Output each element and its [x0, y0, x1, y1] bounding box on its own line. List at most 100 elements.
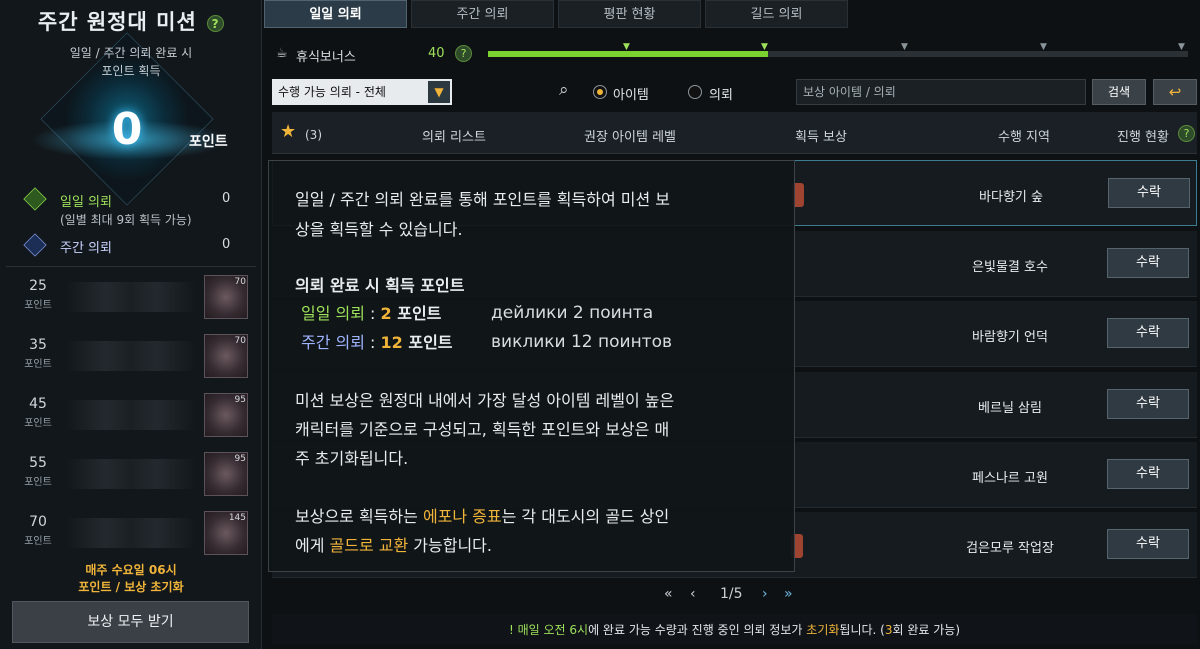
- accept-button[interactable]: 수락: [1107, 529, 1189, 559]
- tier-ornament: [66, 518, 196, 548]
- tier-unit: 포인트: [24, 359, 52, 370]
- reward-tier[interactable]: 45 포인트 95: [6, 390, 256, 442]
- rest-bonus-bar: ▼ ▼ ▼ ▼ ▼: [488, 42, 1188, 57]
- row-region: 베르닐 삼림: [978, 401, 1042, 416]
- accept-button[interactable]: 수락: [1107, 389, 1189, 419]
- tooltip-daily-label: 일일 의뢰: [301, 304, 365, 323]
- help-icon[interactable]: ?: [1178, 125, 1195, 142]
- tooltip-weekly-sep: :: [364, 333, 381, 352]
- reset-line1: 매주 수요일 06시: [85, 563, 177, 577]
- radio-item-label: 아이템: [613, 88, 649, 103]
- table-header: [272, 112, 1197, 154]
- divider: [6, 266, 256, 267]
- reward-tier[interactable]: 25 포인트 70: [6, 272, 256, 324]
- prev-page-icon[interactable]: ‹: [690, 586, 696, 602]
- tooltip-para1-line2: 상을 획득할 수 있습니다.: [295, 220, 463, 239]
- help-icon[interactable]: ?: [455, 45, 472, 62]
- footer-p4: 됩니다. (: [839, 623, 885, 637]
- panel-subtitle: 일일 / 주간 의뢰 완료 시 포인트 획득: [0, 44, 262, 80]
- tab-guild[interactable]: 길드 의뢰: [705, 0, 848, 28]
- row-region: 페스나르 고원: [972, 471, 1048, 486]
- tooltip-para3-b: 에포나 증표: [422, 507, 502, 526]
- col-item-level[interactable]: 권장 아이템 레벨: [584, 126, 676, 145]
- footer-p2: 에 완료 가능 수량과 진행 중인 의뢰 정보가: [588, 623, 807, 637]
- tab-weekly[interactable]: 주간 의뢰: [411, 0, 554, 28]
- col-reward: 획득 보상: [795, 130, 847, 145]
- tier-points: 55: [29, 455, 47, 471]
- tab-reputation[interactable]: 평판 현황: [558, 0, 701, 28]
- weekly-mission-panel: 주간 원정대 미션 ? 일일 / 주간 의뢰 완료 시 포인트 획득 0 포인트…: [0, 0, 262, 649]
- search-input[interactable]: 보상 아이템 / 의뢰: [796, 79, 1086, 105]
- daily-quest-icon: [23, 187, 47, 211]
- tier-unit: 포인트: [24, 418, 52, 429]
- radio-quest-label: 의뢰: [709, 88, 733, 103]
- help-icon[interactable]: ?: [207, 14, 225, 32]
- claim-all-button[interactable]: 보상 모두 받기: [12, 601, 249, 643]
- search-button[interactable]: 검색: [1092, 79, 1146, 105]
- tooltip-daily-unit: 포인트: [391, 304, 442, 323]
- reward-level: 70: [234, 277, 246, 287]
- tier-ornament: [66, 341, 196, 371]
- panel-title: 주간 원정대 미션 ?: [0, 6, 262, 36]
- quest-filter-select[interactable]: 수행 가능 의뢰 - 전체 ▼: [272, 79, 452, 105]
- rest-bonus-label: 휴식보너스: [296, 50, 356, 65]
- reward-tier[interactable]: 35 포인트 70: [6, 331, 256, 383]
- daily-value: 0: [222, 191, 231, 206]
- accept-button[interactable]: 수락: [1108, 178, 1190, 208]
- footer-p1: 매일 오전 6시: [517, 623, 589, 637]
- tooltip-weekly-unit: 포인트: [402, 333, 453, 352]
- radio-quest[interactable]: [688, 85, 702, 99]
- tooltip-heading: 의뢰 완료 시 획득 포인트: [295, 276, 465, 295]
- tooltip-para2-line2: 캐릭터를 기준으로 구성되고, 획득한 포인트와 보상은 매: [295, 420, 670, 439]
- tooltip-weekly-line: 주간 의뢰 : 12 포인트: [301, 330, 453, 355]
- tooltip-para3-f: 가능합니다.: [408, 536, 492, 555]
- reward-level: 95: [234, 454, 246, 464]
- tier-unit: 포인트: [24, 300, 52, 311]
- accept-button[interactable]: 수락: [1107, 248, 1189, 278]
- tier-points: 70: [29, 514, 47, 530]
- col-quest-list[interactable]: 의뢰 리스트: [422, 126, 486, 145]
- tooltip-para2-line1: 미션 보상은 원정대 내에서 가장 달성 아이템 레벨이 높은: [295, 391, 675, 410]
- reward-tier[interactable]: 55 포인트 95: [6, 449, 256, 501]
- tier-unit: 포인트: [24, 477, 52, 488]
- tooltip-para3-d: 에게: [295, 536, 330, 555]
- col-progress: 진행 현황: [1117, 130, 1169, 145]
- reward-tier[interactable]: 70 포인트 145: [6, 508, 256, 560]
- reward-level: 145: [228, 513, 246, 523]
- filter-value: 수행 가능 의뢰 - 전체: [278, 85, 386, 99]
- radio-item[interactable]: [593, 85, 607, 99]
- next-page-icon[interactable]: ›: [762, 586, 768, 602]
- weekly-value: 0: [222, 237, 231, 252]
- row-region: 바람향기 언덕: [972, 330, 1048, 345]
- tooltip-daily-num: 2: [380, 304, 392, 323]
- points-value: 0: [111, 104, 143, 155]
- refresh-icon[interactable]: ↩: [1153, 79, 1197, 105]
- row-region: 검은모루 작업장: [966, 541, 1054, 556]
- tier-points: 45: [29, 396, 47, 412]
- tooltip-para3-line2: 에게 골드로 교환 가능합니다.: [295, 533, 492, 558]
- reward-level: 70: [234, 336, 246, 346]
- tooltip-daily-line: 일일 의뢰 : 2 포인트: [301, 301, 441, 326]
- rest-bonus-value: 40: [428, 46, 445, 61]
- accept-button[interactable]: 수락: [1107, 459, 1189, 489]
- first-page-icon[interactable]: «: [664, 586, 673, 602]
- col-region: 수행 지역: [998, 130, 1050, 145]
- tab-daily[interactable]: 일일 의뢰: [264, 0, 407, 28]
- tooltip-para3-c: 는 각 대도시의 골드 상인: [501, 507, 670, 526]
- footer-p6: 회 완료 가능): [892, 623, 960, 637]
- row-region: 은빛물결 호수: [972, 260, 1048, 275]
- tier-ornament: [66, 400, 196, 430]
- reset-notice: 매주 수요일 06시 포인트 / 보상 초기화: [0, 562, 262, 596]
- tier-points: 35: [29, 337, 47, 353]
- points-label: 포인트: [189, 134, 228, 150]
- chevron-down-icon[interactable]: ▼: [428, 81, 450, 103]
- marker-icon: ▼: [1040, 42, 1047, 52]
- last-page-icon[interactable]: »: [784, 586, 793, 602]
- star-icon[interactable]: ★: [280, 121, 296, 142]
- accept-button[interactable]: 수락: [1107, 318, 1189, 348]
- weekly-label: 주간 의뢰: [60, 241, 112, 256]
- tooltip-para3-e: 골드로 교환: [329, 536, 409, 555]
- footer-p3: 초기화: [806, 623, 840, 637]
- tooltip-daily-sep: :: [364, 304, 381, 323]
- tooltip-para1-line1: 일일 / 주간 의뢰 완료를 통해 포인트를 획득하여 미션 보: [295, 190, 671, 209]
